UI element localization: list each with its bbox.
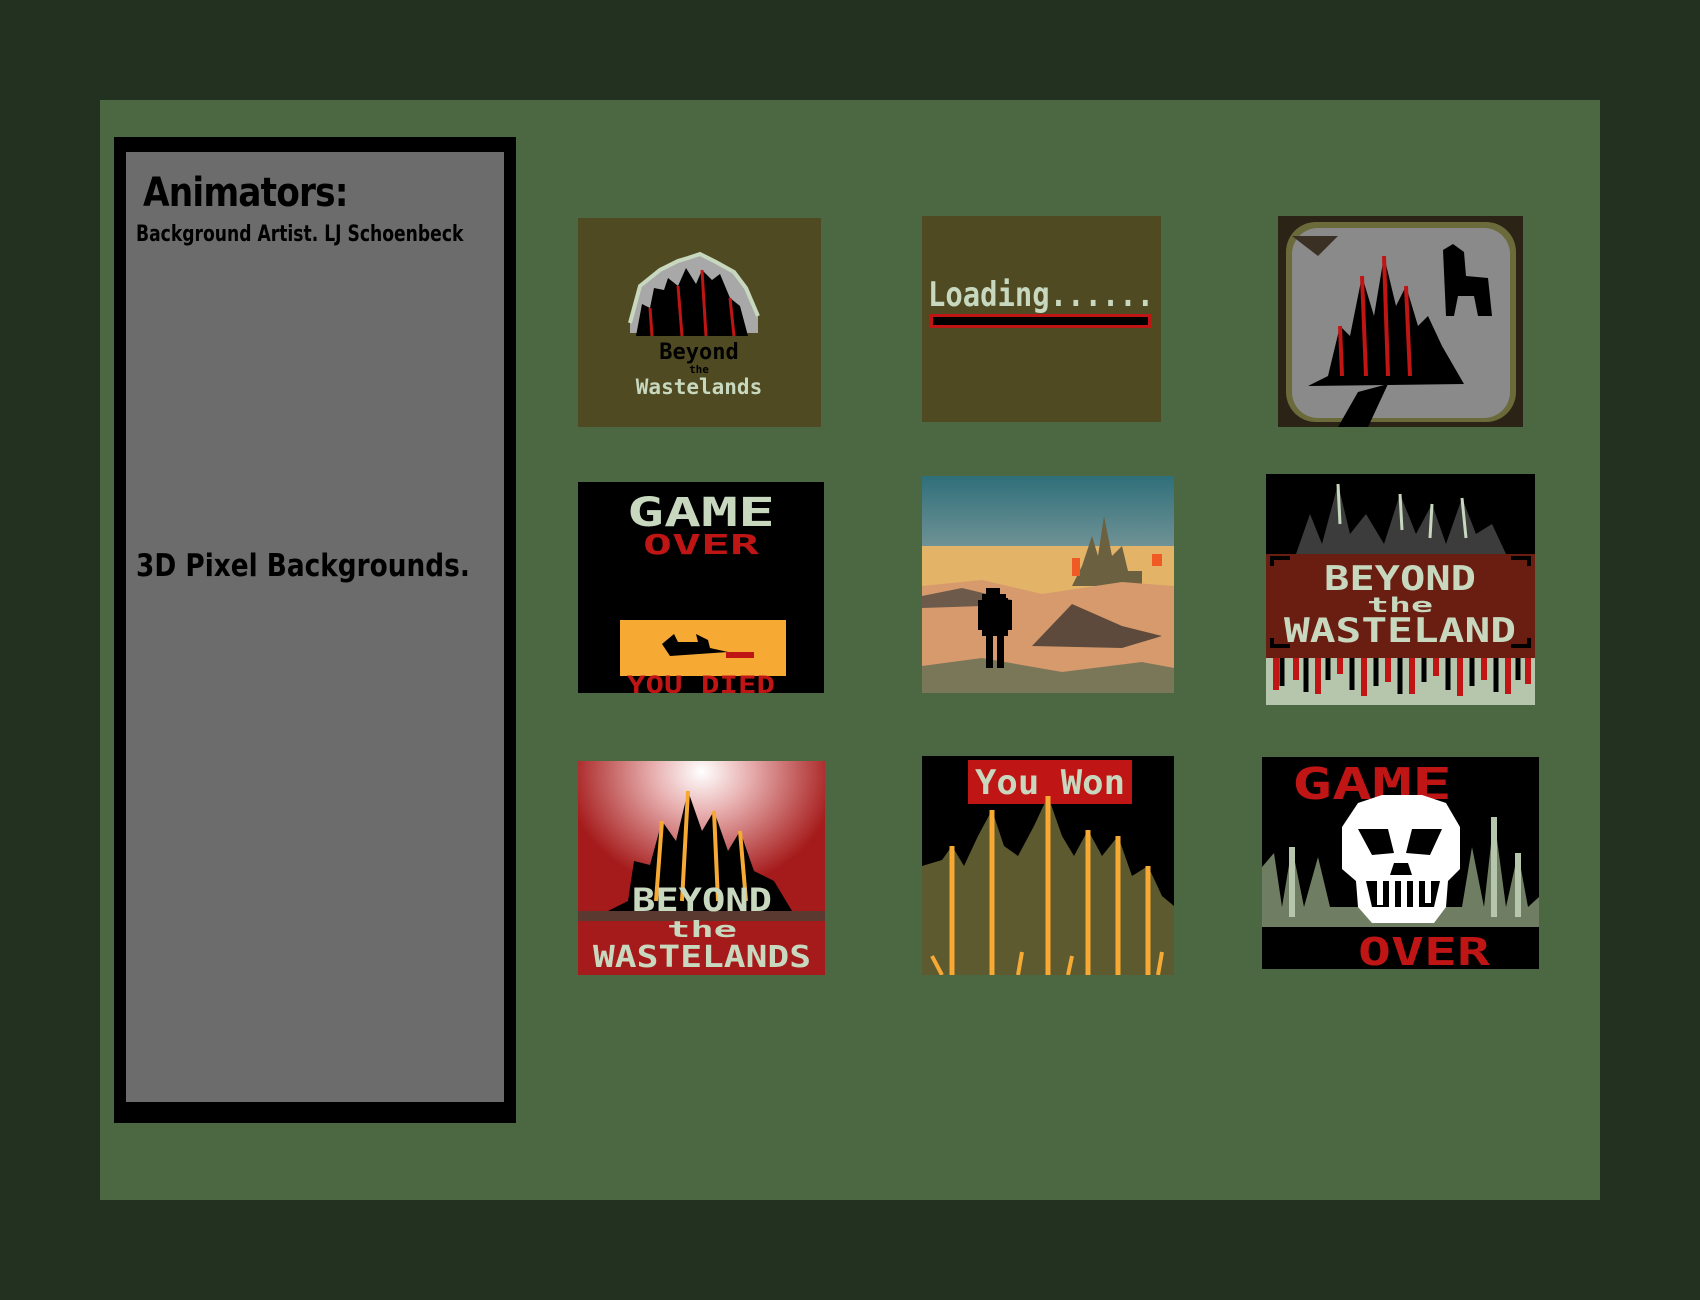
credits-panel-body: Animators: Background Artist. LJ Schoenb… [126,152,504,1102]
game-over-over-text: OVER [643,528,759,561]
panel-heading: Animators: [143,170,348,216]
title-word-beyond: Beyond [659,340,738,365]
thumbnail-you-won: You Won [922,756,1174,975]
thumbnail-game-over-skull: GAME OVER [1262,757,1539,969]
thumbnail-loading-screen: Loading...... [922,216,1161,422]
thumbnail-game-over-died: GAME OVER YOU DIED [578,482,824,693]
thumbnail-city-in-crater [1278,216,1523,427]
title-word-wastelands: Wastelands [636,375,762,399]
burning-word-wastelands: WASTELANDS [593,940,811,975]
skull-over-text: OVER [1358,930,1490,969]
panel-caption: 3D Pixel Backgrounds. [136,548,470,584]
thumbnail-desert-wanderer [922,476,1174,693]
loading-text: Loading...... [928,275,1154,315]
thumbnail-title-banner: BEYOND the WASTELAND [1266,474,1535,705]
thumbnail-title-screen: Beyond the Wastelands [578,218,821,427]
you-died-text: YOU DIED [627,671,775,693]
credits-panel: Animators: Background Artist. LJ Schoenb… [114,137,516,1123]
banner-word-wasteland: WASTELAND [1284,611,1516,651]
burning-word-beyond: BEYOND [632,881,772,919]
artist-credit: Background Artist. LJ Schoenbeck [136,222,464,247]
thumbnail-burning-city-title: BEYOND the WASTELANDS [578,761,825,975]
